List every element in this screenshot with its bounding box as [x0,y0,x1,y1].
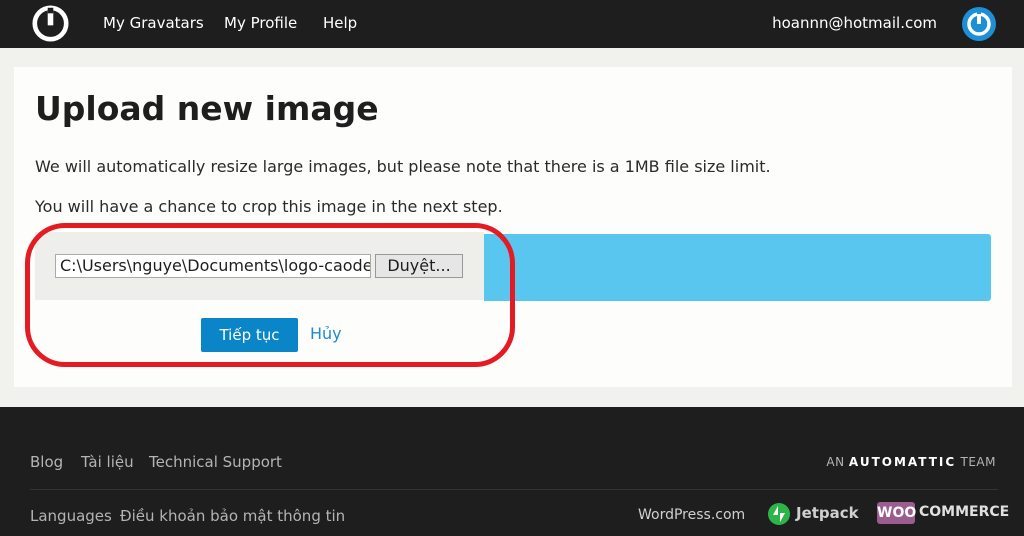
nav-help[interactable]: Help [323,14,357,32]
automattic-team-label[interactable]: AN AUTOMATTIC TEAM [826,455,996,469]
team-label: TEAM [960,455,996,469]
nav-my-profile[interactable]: My Profile [224,14,297,32]
upload-progress-bar [484,234,991,301]
avatar-icon[interactable] [962,7,996,41]
footer-link-blog[interactable]: Blog [30,453,63,471]
footer-divider [30,489,998,490]
footer-link-docs[interactable]: Tài liệu [81,453,134,471]
user-email[interactable]: hoannn@hotmail.com [772,14,937,32]
top-navigation-bar: My Gravatars My Profile Help hoannn@hotm… [0,0,1024,48]
crop-info-text: You will have a chance to crop this imag… [35,197,503,216]
cancel-link[interactable]: Hủy [310,324,342,343]
browse-button[interactable]: Duyệt... [375,254,463,278]
woo-badge[interactable]: WOO [877,502,916,524]
file-input-row: C:\Users\nguye\Documents\logo-caodem Duy… [35,232,484,300]
footer-link-privacy[interactable]: Điều khoản bảo mật thông tin [120,507,345,525]
size-limit-text: We will automatically resize large image… [35,157,771,176]
an-label: AN [826,455,845,469]
continue-button[interactable]: Tiếp tục [201,318,298,352]
jetpack-icon[interactable] [768,503,790,525]
wordpress-link[interactable]: WordPress.com [638,507,745,523]
footer-link-support[interactable]: Technical Support [149,453,282,471]
gravatar-logo-icon[interactable] [32,5,69,42]
page-title: Upload new image [35,89,379,128]
footer-link-languages[interactable]: Languages [30,507,112,525]
commerce-label[interactable]: COMMERCE [919,504,1009,520]
site-footer: Blog Tài liệu Technical Support AN AUTOM… [0,407,1024,536]
file-path-field[interactable]: C:\Users\nguye\Documents\logo-caodem [55,254,371,278]
jetpack-label[interactable]: Jetpack [796,504,859,522]
nav-my-gravatars[interactable]: My Gravatars [103,14,204,32]
automattic-label: AUTOMATTIC [848,455,957,469]
upload-panel: Upload new image We will automatically r… [14,67,1012,387]
